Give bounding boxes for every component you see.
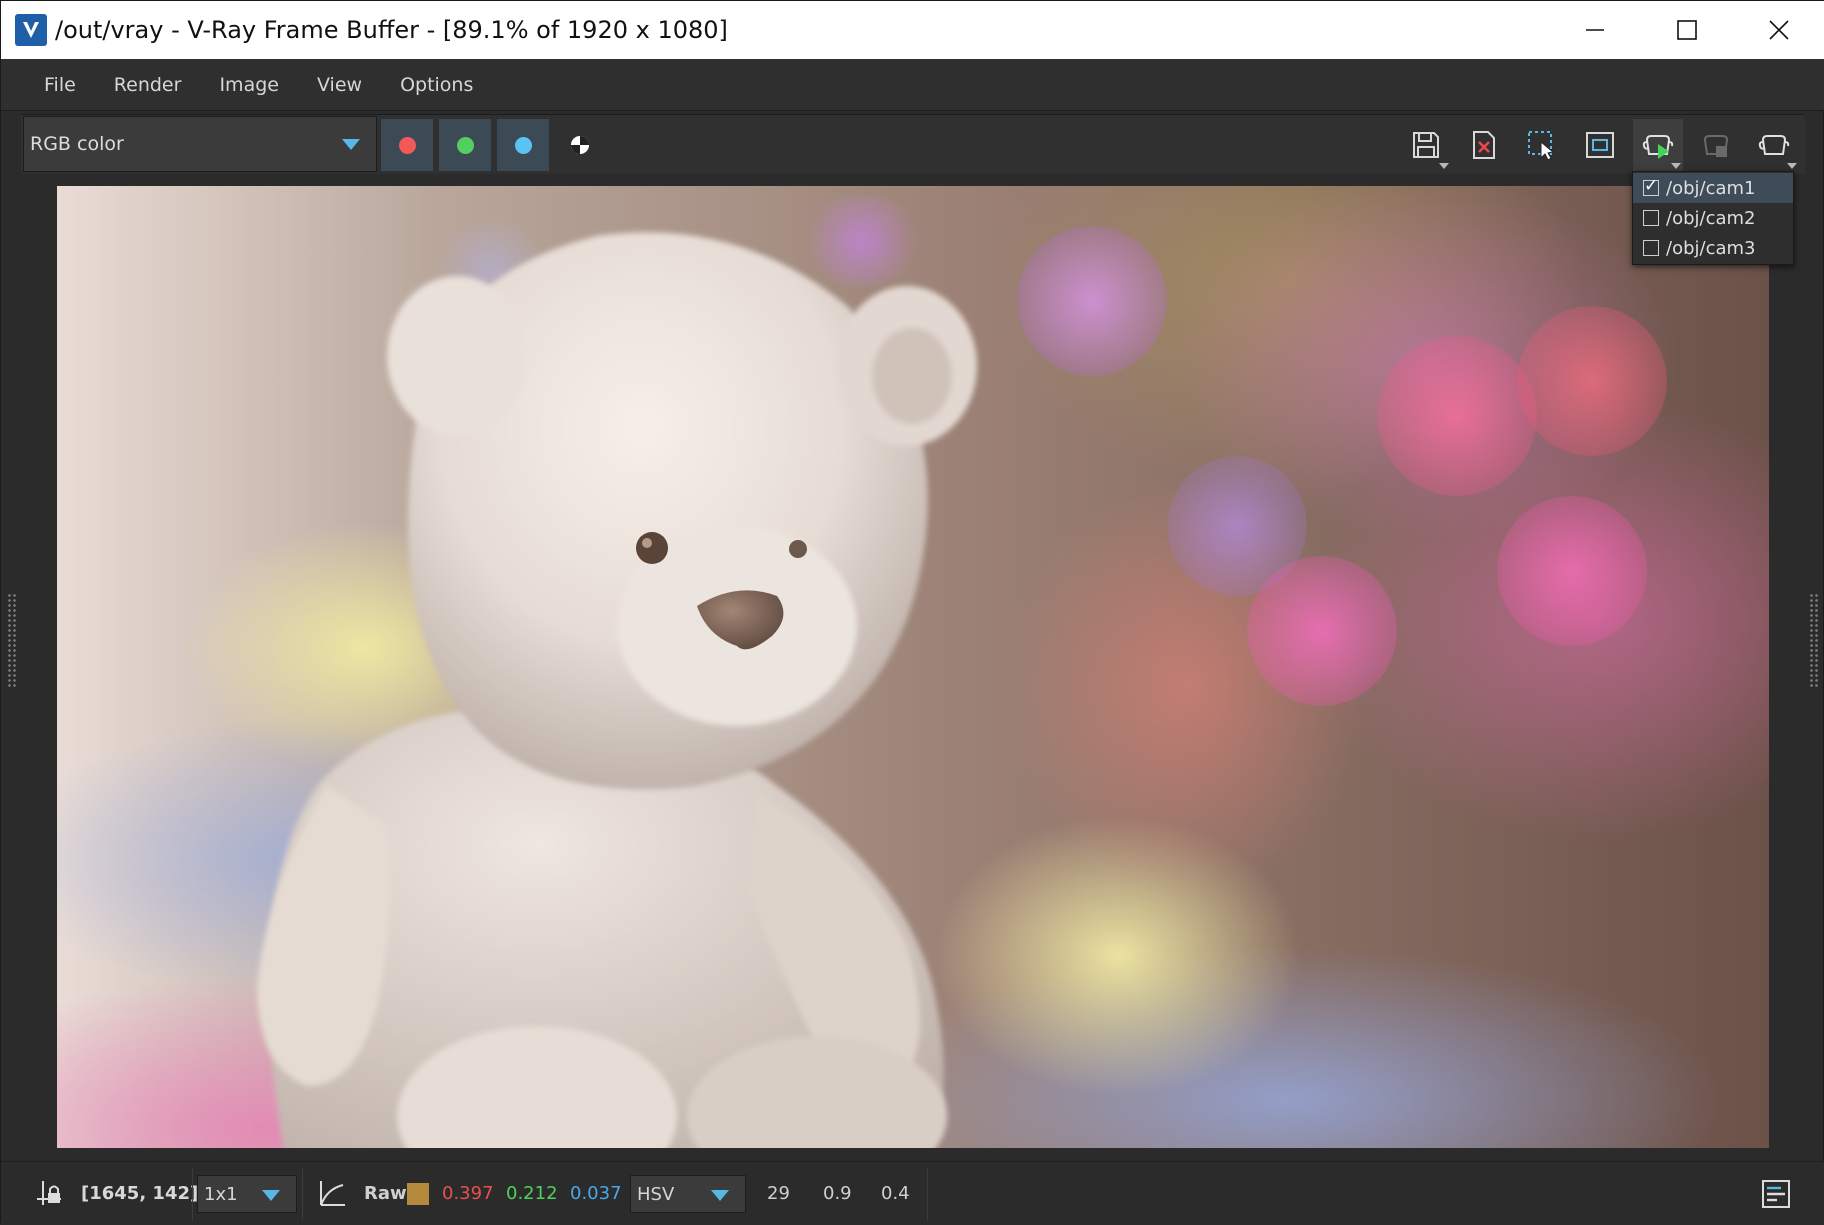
color-mode-label[interactable]: Raw <box>364 1162 407 1225</box>
camera-option-label: /obj/cam1 <box>1666 177 1756 199</box>
render-options-caret-icon <box>1787 163 1797 169</box>
save-options-caret-icon <box>1439 163 1449 169</box>
alpha-channel-icon <box>570 135 590 155</box>
menu-file[interactable]: File <box>44 74 76 96</box>
checkbox-icon[interactable] <box>1643 240 1659 256</box>
value-value: 0.4 <box>881 1183 910 1204</box>
title-bar[interactable]: /out/vray - V-Ray Frame Buffer - [89.1% … <box>1 1 1824 59</box>
camera-option-label: /obj/cam2 <box>1666 207 1756 229</box>
chevron-down-icon <box>262 1190 280 1201</box>
menu-render[interactable]: Render <box>114 74 182 96</box>
pixel-lock-button[interactable] <box>35 1162 65 1225</box>
colorspace-value: HSV <box>637 1183 675 1205</box>
log-icon <box>1762 1179 1790 1208</box>
render-log-button[interactable] <box>1761 1162 1791 1225</box>
region-render-button[interactable] <box>1517 119 1567 171</box>
minimize-button[interactable] <box>1549 1 1641 59</box>
render-last-icon <box>1758 135 1790 155</box>
blue-value: 0.037 <box>570 1183 622 1204</box>
maximize-icon <box>1677 20 1697 40</box>
red-channel-button[interactable] <box>381 119 433 171</box>
hue-value: 29 <box>767 1183 790 1204</box>
teddy-bear-render <box>257 232 977 1148</box>
red-value: 0.397 <box>442 1183 494 1204</box>
colorspace-dropdown[interactable]: HSV <box>630 1175 746 1213</box>
channel-dropdown[interactable]: RGB color <box>23 116 377 172</box>
camera-option-cam1[interactable]: /obj/cam1 <box>1633 173 1793 203</box>
render-viewport[interactable] <box>57 186 1769 1148</box>
close-icon <box>1769 20 1789 40</box>
camera-menu: /obj/cam1 /obj/cam2 /obj/cam3 <box>1632 171 1794 265</box>
region-render-icon <box>1528 131 1555 161</box>
menu-image[interactable]: Image <box>219 74 279 96</box>
green-value: 0.212 <box>506 1183 558 1204</box>
chevron-down-icon <box>342 139 360 150</box>
menu-view[interactable]: View <box>317 74 362 96</box>
channel-dropdown-value: RGB color <box>30 133 124 155</box>
vray-frame-buffer-window: /out/vray - V-Ray Frame Buffer - [89.1% … <box>0 0 1824 1224</box>
vray-logo-icon <box>15 14 47 46</box>
left-panel-grip[interactable] <box>7 593 17 689</box>
right-panel-grip[interactable] <box>1809 593 1819 689</box>
lock-cursor-icon <box>37 1180 61 1205</box>
color-corrections-button[interactable] <box>317 1162 347 1225</box>
save-image-button[interactable] <box>1401 119 1451 171</box>
track-mouse-icon <box>1586 132 1614 158</box>
menu-bar: File Render Image View Options <box>1 59 1824 111</box>
window-title: /out/vray - V-Ray Frame Buffer - [89.1% … <box>55 16 728 44</box>
camera-option-cam3[interactable]: /obj/cam3 <box>1633 233 1793 263</box>
divider <box>302 1168 303 1220</box>
minimize-icon <box>1586 29 1604 31</box>
clear-image-icon <box>1473 131 1495 159</box>
track-mouse-button[interactable] <box>1575 119 1625 171</box>
green-dot-icon <box>456 136 474 154</box>
sample-size-dropdown[interactable]: 1x1 <box>197 1175 297 1213</box>
divider <box>927 1168 928 1220</box>
render-camera-button[interactable] <box>1633 119 1683 171</box>
render-last-button[interactable] <box>1749 119 1799 171</box>
close-button[interactable] <box>1733 1 1824 59</box>
divider <box>192 1168 193 1220</box>
blue-channel-button[interactable] <box>497 119 549 171</box>
stop-render-icon <box>1703 135 1729 157</box>
checkbox-icon[interactable] <box>1643 210 1659 226</box>
checkbox-checked-icon[interactable] <box>1643 176 1659 196</box>
stop-render-button[interactable] <box>1691 119 1741 171</box>
pixel-coordinates: [1645, 142] <box>81 1183 199 1204</box>
curve-icon <box>320 1180 345 1206</box>
camera-option-label: /obj/cam3 <box>1666 237 1756 259</box>
camera-option-cam2[interactable]: /obj/cam2 <box>1633 203 1793 233</box>
toolbar: RGB color <box>21 114 1805 174</box>
sample-size-value: 1x1 <box>204 1183 238 1205</box>
render-camera-icon <box>1642 135 1674 159</box>
color-swatch <box>407 1182 429 1205</box>
maximize-button[interactable] <box>1641 1 1733 59</box>
save-icon <box>1413 132 1439 158</box>
red-dot-icon <box>398 136 416 154</box>
status-bar: [1645, 142] 1x1 Raw 0.397 0.212 0.037 HS… <box>1 1161 1824 1224</box>
camera-options-caret-icon <box>1671 163 1681 169</box>
clear-image-button[interactable] <box>1459 119 1509 171</box>
alpha-channel-button[interactable] <box>555 119 605 171</box>
green-channel-button[interactable] <box>439 119 491 171</box>
chevron-down-icon <box>711 1190 729 1201</box>
blue-dot-icon <box>514 136 532 154</box>
menu-options[interactable]: Options <box>400 74 473 96</box>
pixel-color-swatch <box>407 1162 429 1225</box>
saturation-value: 0.9 <box>823 1183 852 1204</box>
